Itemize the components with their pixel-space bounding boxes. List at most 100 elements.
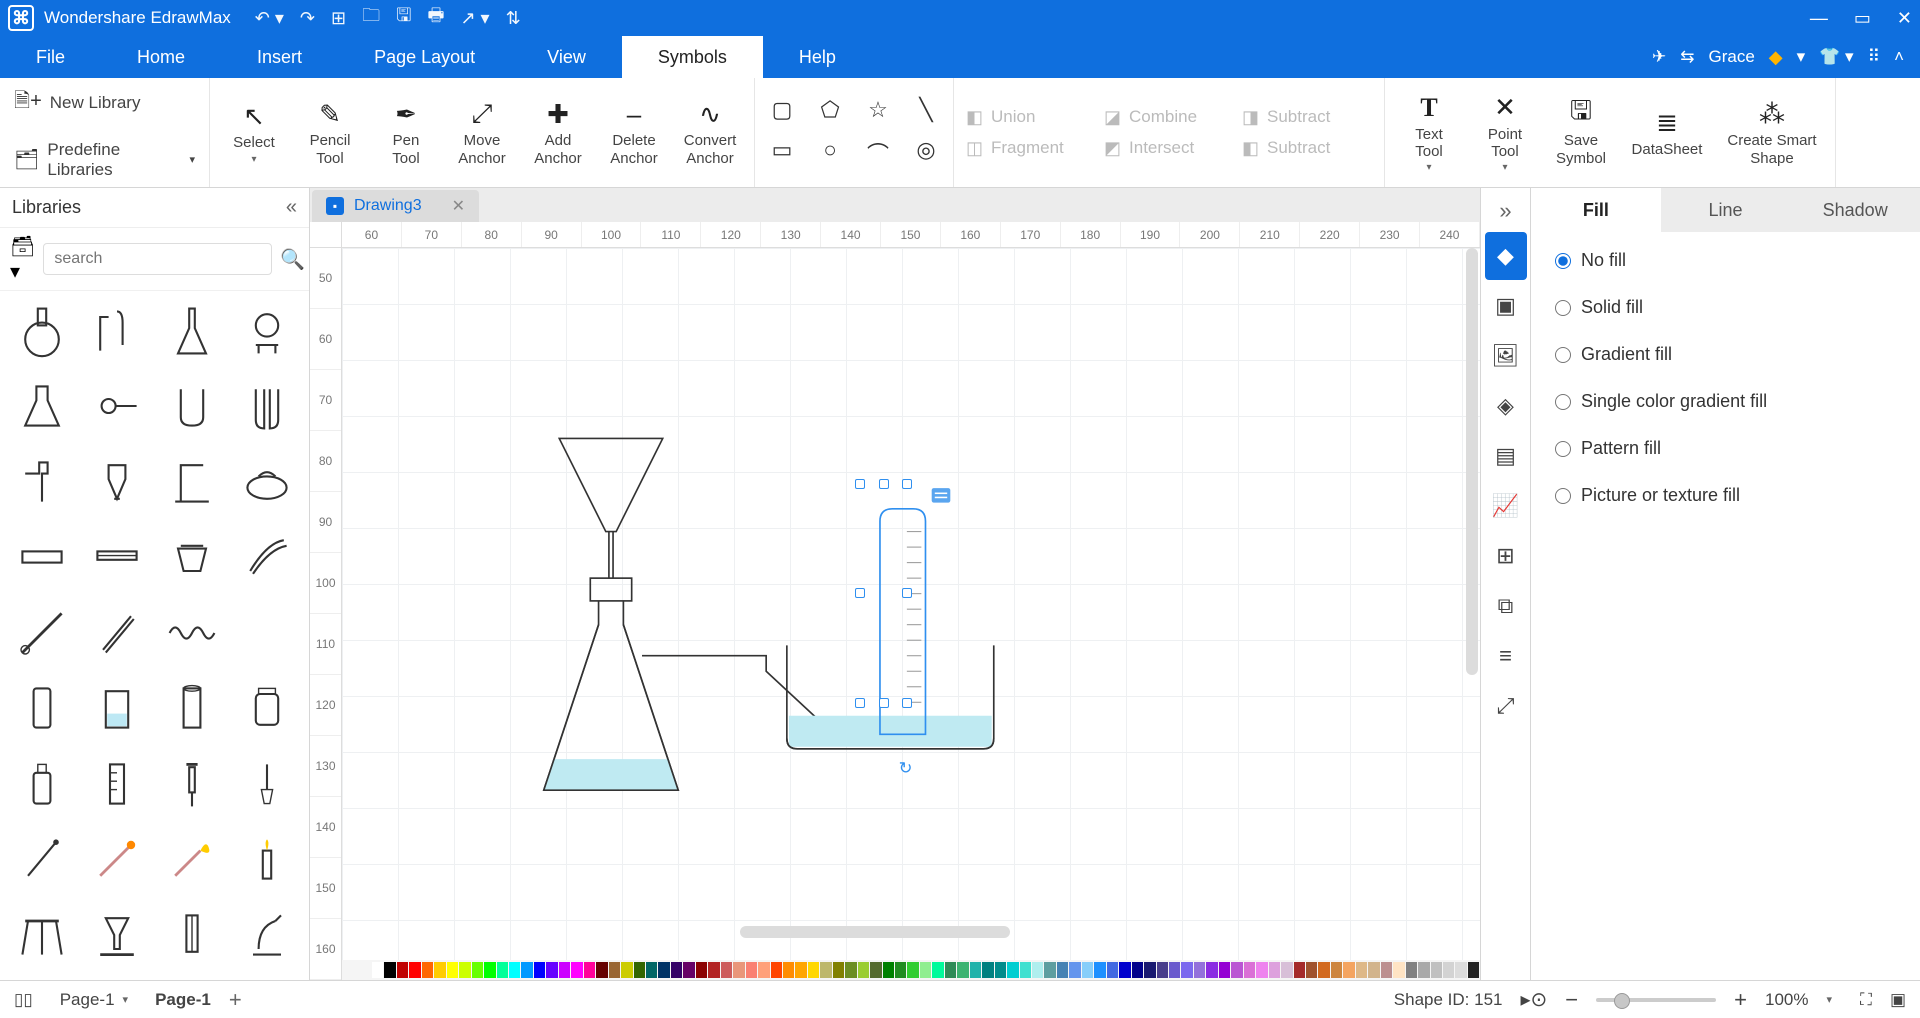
shape-blank[interactable] [230, 599, 303, 667]
shape-rounded-rect[interactable]: ▭ [769, 137, 795, 169]
drawing-canvas[interactable]: ↻ [342, 248, 1480, 960]
shape-crucible[interactable] [156, 523, 229, 591]
shape-desiccator[interactable] [230, 448, 303, 516]
palette-swatch[interactable] [422, 962, 433, 978]
page-selector[interactable]: Page-1 ▾ [51, 987, 137, 1013]
shape-separating-funnel[interactable] [81, 448, 154, 516]
shape-double-tube[interactable] [230, 372, 303, 440]
palette-swatch[interactable] [1082, 962, 1093, 978]
shape-retort-stand[interactable] [156, 448, 229, 516]
palette-swatch[interactable] [1306, 962, 1317, 978]
menu-home[interactable]: Home [101, 36, 221, 78]
palette-swatch[interactable] [982, 962, 993, 978]
shape-star[interactable]: ☆ [865, 97, 891, 123]
palette-swatch[interactable] [484, 962, 495, 978]
palette-swatch[interactable] [1244, 962, 1255, 978]
move-anchor-tool[interactable]: ⤢ Move Anchor [446, 94, 518, 171]
shadow-tab[interactable]: Shadow [1790, 188, 1920, 232]
selection-handle[interactable] [902, 698, 912, 708]
page-layout-icon[interactable]: ▯▯ [14, 990, 33, 1010]
shape-u-tube[interactable] [156, 372, 229, 440]
palette-swatch[interactable] [459, 962, 470, 978]
palette-swatch[interactable] [1406, 962, 1417, 978]
shape-tweezers[interactable] [81, 599, 154, 667]
transform-panel-icon[interactable]: ⤢ [1485, 682, 1527, 730]
palette-swatch[interactable] [596, 962, 607, 978]
shape-graduated-cylinder[interactable] [81, 750, 154, 818]
palette-swatch[interactable] [1057, 962, 1068, 978]
palette-swatch[interactable] [1194, 962, 1205, 978]
page-panel-icon[interactable]: ▤ [1485, 432, 1527, 480]
select-tool[interactable]: ↖ Select ▾ [218, 96, 290, 168]
zoom-out-button[interactable]: − [1565, 987, 1578, 1013]
layers-panel-icon[interactable]: ◈ [1485, 382, 1527, 430]
collapse-ribbon-icon[interactable]: ˄ [1894, 47, 1904, 67]
palette-swatch[interactable] [1107, 962, 1118, 978]
palette-swatch[interactable] [571, 962, 582, 978]
add-page-button[interactable]: + [229, 987, 242, 1013]
palette-swatch[interactable] [845, 962, 856, 978]
palette-swatch[interactable] [397, 962, 408, 978]
palette-swatch[interactable] [1331, 962, 1342, 978]
menu-page-layout[interactable]: Page Layout [338, 36, 511, 78]
menu-view[interactable]: View [511, 36, 622, 78]
shape-lit-match[interactable] [156, 825, 229, 893]
zoom-slider[interactable] [1596, 998, 1716, 1002]
chart-panel-icon[interactable]: 📈 [1485, 482, 1527, 530]
palette-swatch[interactable] [1231, 962, 1242, 978]
palette-swatch[interactable] [708, 962, 719, 978]
palette-swatch[interactable] [883, 962, 894, 978]
collapse-libraries-icon[interactable]: « [286, 196, 297, 219]
send-icon[interactable]: ✈ [1652, 47, 1666, 67]
zoom-in-button[interactable]: + [1734, 987, 1747, 1013]
shape-pin[interactable] [6, 825, 79, 893]
fill-tab[interactable]: Fill [1531, 188, 1661, 232]
palette-swatch[interactable] [945, 962, 956, 978]
delete-anchor-tool[interactable]: ‒ Delete Anchor [598, 94, 670, 171]
create-smart-shape-button[interactable]: ⁂ Create Smart Shape [1717, 94, 1827, 171]
palette-swatch[interactable] [895, 962, 906, 978]
fullscreen-icon[interactable]: ▣ [1890, 990, 1906, 1010]
apps-icon[interactable]: ⠿ [1868, 47, 1880, 67]
new-library-button[interactable]: 🗎+ New Library [8, 82, 201, 124]
palette-swatch[interactable] [584, 962, 595, 978]
selection-handle[interactable] [879, 479, 889, 489]
shape-cylinder[interactable] [156, 674, 229, 742]
theme-icon[interactable]: 👕 ▾ [1819, 47, 1853, 67]
gradient-fill-radio[interactable]: Gradient fill [1555, 344, 1896, 365]
palette-swatch[interactable] [1431, 962, 1442, 978]
palette-swatch[interactable] [970, 962, 981, 978]
shape-stand-flask[interactable] [230, 297, 303, 365]
palette-swatch[interactable] [870, 962, 881, 978]
shape-dropper-apparatus[interactable] [81, 297, 154, 365]
palette-swatch[interactable] [795, 962, 806, 978]
palette-swatch[interactable] [1356, 962, 1367, 978]
document-tab[interactable]: ▪ Drawing3 ✕ [312, 190, 479, 222]
palette-swatch[interactable] [1032, 962, 1043, 978]
palette-swatch[interactable] [509, 962, 520, 978]
convert-anchor-tool[interactable]: ∿ Convert Anchor [674, 94, 746, 171]
selection-handle[interactable] [855, 479, 865, 489]
palette-swatch[interactable] [1455, 962, 1466, 978]
menu-insert[interactable]: Insert [221, 36, 338, 78]
shape-bottle[interactable] [6, 750, 79, 818]
play-icon[interactable]: ▸⊙ [1521, 987, 1548, 1012]
table-panel-icon[interactable]: ⊞ [1485, 532, 1527, 580]
palette-swatch[interactable] [721, 962, 732, 978]
selection-handle[interactable] [902, 479, 912, 489]
solid-fill-radio[interactable]: Solid fill [1555, 297, 1896, 318]
image-panel-icon[interactable]: 🖼 [1485, 332, 1527, 380]
palette-swatch[interactable] [1443, 962, 1454, 978]
palette-swatch[interactable] [733, 962, 744, 978]
palette-swatch[interactable] [808, 962, 819, 978]
palette-swatch[interactable] [1318, 962, 1329, 978]
palette-swatch[interactable] [1393, 962, 1404, 978]
close-tab-icon[interactable]: ✕ [452, 196, 465, 216]
shape-beaker-filled[interactable] [81, 674, 154, 742]
palette-swatch[interactable] [1181, 962, 1192, 978]
palette-swatch[interactable] [559, 962, 570, 978]
shape-tongs[interactable] [230, 523, 303, 591]
selection-handle[interactable] [855, 698, 865, 708]
palette-swatch[interactable] [1418, 962, 1429, 978]
shape-volumetric-flask[interactable] [156, 297, 229, 365]
